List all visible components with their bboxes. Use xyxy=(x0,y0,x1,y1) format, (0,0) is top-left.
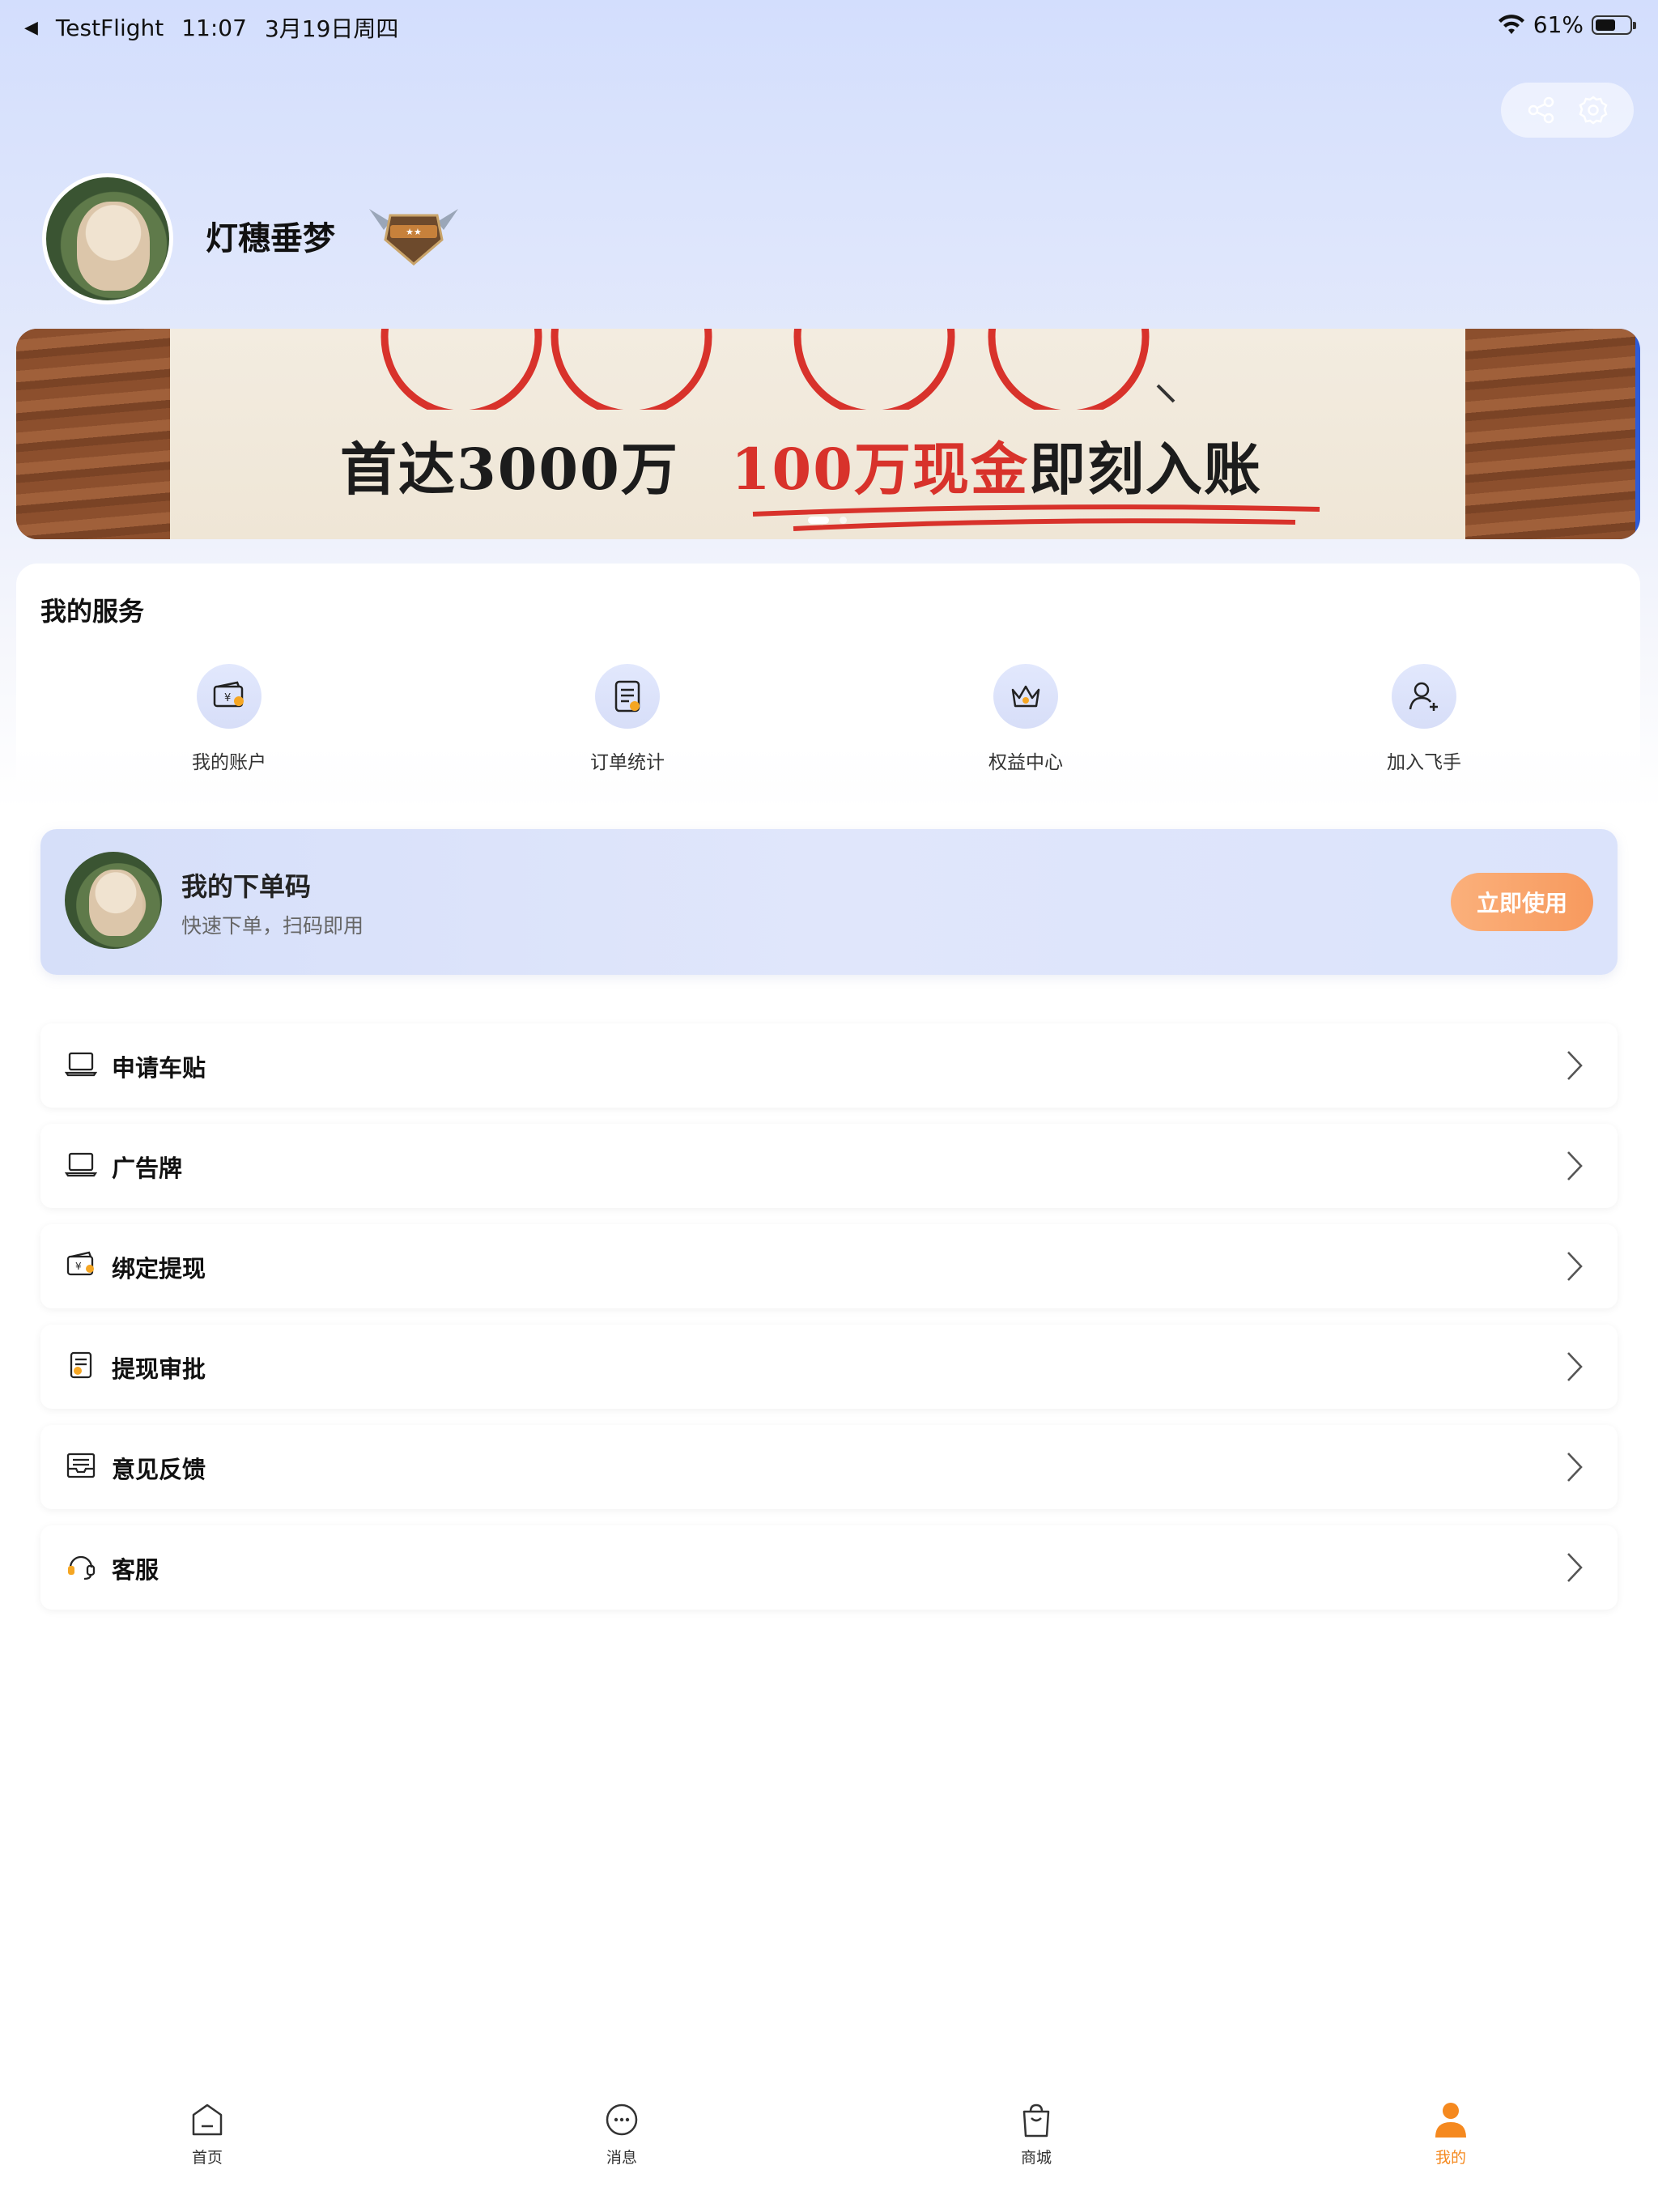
battery-icon xyxy=(1592,15,1636,35)
menu-item-car-sticker[interactable]: 申请车贴 xyxy=(40,1023,1618,1108)
order-code-card[interactable]: 我的下单码 快速下单，扫码即用 立即使用 xyxy=(40,829,1618,975)
tab-label: 商城 xyxy=(1020,2149,1052,2167)
message-icon xyxy=(606,2104,638,2136)
service-my-account[interactable]: ¥ 我的账户 xyxy=(140,664,318,774)
service-order-stats[interactable]: 订单统计 xyxy=(538,664,716,774)
banner-text-tail: 即刻入账 xyxy=(1028,436,1262,503)
wallet-icon: ¥ xyxy=(66,1251,94,1276)
back-app-label[interactable]: TestFlight xyxy=(56,15,164,41)
inbox-icon xyxy=(66,1453,96,1478)
tab-label: 首页 xyxy=(191,2149,223,2167)
battery-percent: 61% xyxy=(1533,11,1584,38)
crown-icon xyxy=(1011,685,1040,708)
banner-doodle xyxy=(380,329,1175,410)
service-label: 加入飞手 xyxy=(1387,752,1461,773)
back-arrow-icon[interactable]: ◀ xyxy=(24,18,38,38)
status-time: 11:07 xyxy=(181,14,247,41)
menu-item-label: 广告牌 xyxy=(112,1155,183,1182)
person-icon xyxy=(1435,2103,1466,2138)
add-user-icon xyxy=(1409,682,1438,711)
banner-text: 首达3000万 100万现金即刻入账 xyxy=(340,424,1262,506)
menu-item-label: 客服 xyxy=(112,1556,159,1584)
service-label: 我的账户 xyxy=(192,752,266,773)
tab-label: 消息 xyxy=(606,2149,637,2167)
share-icon[interactable] xyxy=(1526,95,1557,125)
menu-item-label: 申请车贴 xyxy=(112,1054,206,1082)
banner-text-highlight: 100万现金 xyxy=(730,436,1029,503)
menu-item-billboard[interactable]: 广告牌 xyxy=(40,1124,1618,1208)
menu-item-label: 提现审批 xyxy=(112,1355,206,1383)
services-title: 我的服务 xyxy=(40,596,145,627)
service-benefits-center[interactable]: 权益中心 xyxy=(937,664,1115,774)
wallet-icon: ¥ xyxy=(213,681,244,708)
svg-text:★★: ★★ xyxy=(406,227,422,237)
chevron-right-icon xyxy=(1567,1051,1583,1080)
menu-item-label: 意见反馈 xyxy=(112,1456,206,1483)
menu-item-customer-service[interactable]: 客服 xyxy=(40,1525,1618,1610)
username: 灯穗垂梦 xyxy=(206,220,335,257)
menu-item-bind-withdraw[interactable]: ¥ 绑定提现 xyxy=(40,1224,1618,1308)
tab-mine[interactable]: 我的 xyxy=(1386,2100,1516,2167)
order-list-icon xyxy=(614,680,640,713)
chevron-right-icon xyxy=(1567,1151,1583,1180)
tab-messages[interactable]: 消息 xyxy=(557,2100,687,2167)
bottom-tab-bar: 首页 消息 商城 我的 xyxy=(0,2081,1658,2212)
tab-mall[interactable]: 商城 xyxy=(971,2100,1101,2167)
menu-item-feedback[interactable]: 意见反馈 xyxy=(40,1425,1618,1509)
wifi-icon xyxy=(1498,14,1524,34)
chevron-right-icon xyxy=(1567,1453,1583,1482)
use-now-button[interactable]: 立即使用 xyxy=(1451,873,1593,931)
banner-underline xyxy=(752,504,1320,531)
promo-banner[interactable]: 首达3000万 100万现金即刻入账 xyxy=(16,329,1640,539)
home-icon xyxy=(192,2104,223,2136)
banner-page-dot-active[interactable] xyxy=(808,517,829,524)
chevron-right-icon xyxy=(1567,1553,1583,1582)
gear-icon[interactable] xyxy=(1578,95,1609,125)
tab-home[interactable]: 首页 xyxy=(142,2100,272,2167)
svg-text:¥: ¥ xyxy=(224,692,231,704)
services-card: 我的服务 ¥ 我的账户 订单统计 权益中心 加入飞手 xyxy=(16,564,1640,823)
rank-badge-icon: ★★ xyxy=(369,209,458,266)
laptop-icon xyxy=(65,1152,97,1177)
shopping-bag-icon xyxy=(1022,2104,1050,2138)
tab-label: 我的 xyxy=(1435,2149,1466,2167)
avatar[interactable] xyxy=(42,173,173,304)
svg-text:¥: ¥ xyxy=(75,1261,82,1272)
avatar xyxy=(65,852,162,949)
status-bar: ◀ TestFlight 11:07 3月19日周四 61% xyxy=(0,0,1658,52)
order-code-title: 我的下单码 xyxy=(181,871,312,902)
chevron-right-icon xyxy=(1567,1252,1583,1281)
service-label: 权益中心 xyxy=(988,752,1063,773)
banner-text-main: 首达3000万 xyxy=(340,436,679,503)
service-label: 订单统计 xyxy=(590,752,665,773)
laptop-icon xyxy=(65,1052,97,1077)
chevron-right-icon xyxy=(1567,1352,1583,1381)
menu-item-label: 绑定提现 xyxy=(112,1255,206,1283)
banner-page-dot[interactable] xyxy=(840,517,847,524)
status-date: 3月19日周四 xyxy=(264,15,399,42)
headset-icon xyxy=(68,1555,96,1580)
header-actions xyxy=(1501,83,1634,138)
document-icon xyxy=(70,1351,92,1379)
menu-item-withdraw-approval[interactable]: 提现审批 xyxy=(40,1325,1618,1409)
order-code-subtitle: 快速下单，扫码即用 xyxy=(181,914,364,938)
service-join-pilot[interactable]: 加入飞手 xyxy=(1335,664,1513,774)
